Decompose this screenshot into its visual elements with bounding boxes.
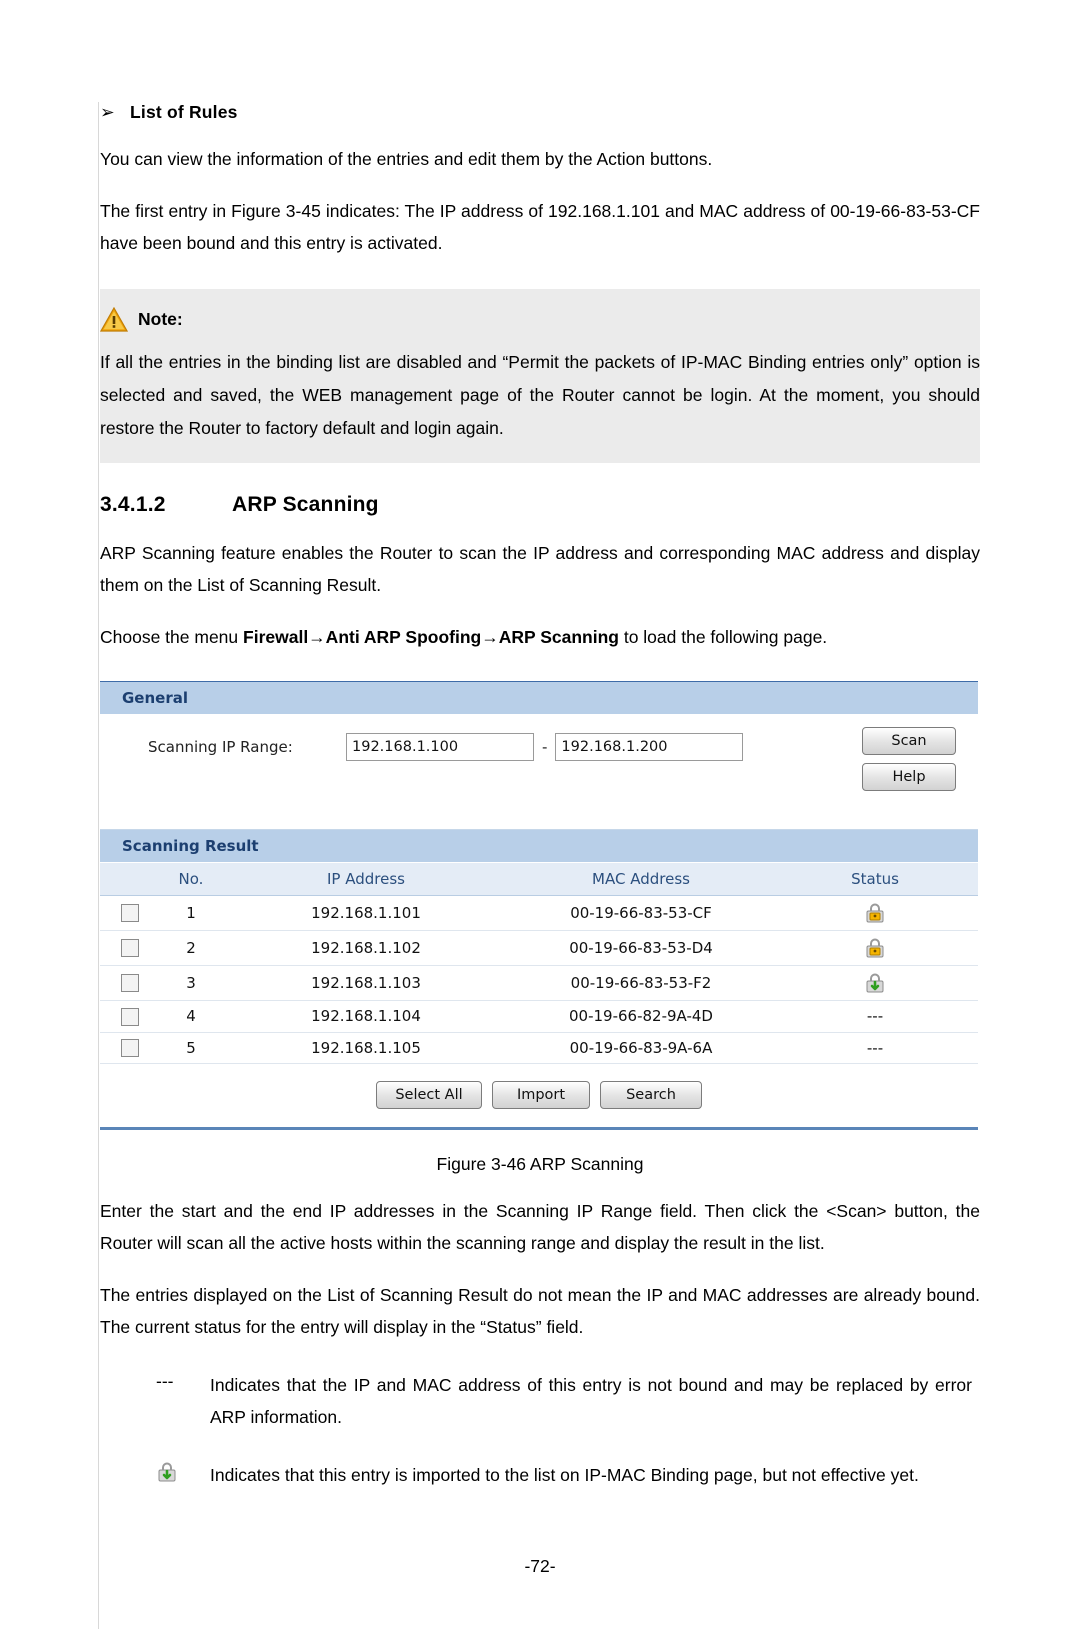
locked-yellow-icon <box>864 902 886 924</box>
row-no: 1 <box>160 895 222 931</box>
row-checkbox[interactable] <box>121 974 139 993</box>
panel-header-scanning-result: Scanning Result <box>100 830 978 863</box>
row-checkbox[interactable] <box>121 939 139 958</box>
warning-triangle-icon <box>99 306 129 332</box>
panel-header-general: General <box>100 682 978 715</box>
note-box: Note: If all the entries in the binding … <box>99 289 980 463</box>
column-header-no: No. <box>160 863 222 896</box>
paragraph-arp-scanning-intro: ARP Scanning feature enables the Router … <box>100 543 980 595</box>
row-ip-address: 192.168.1.101 <box>222 895 510 931</box>
row-ip-address: 192.168.1.104 <box>222 1000 510 1033</box>
row-checkbox[interactable] <box>121 1039 139 1057</box>
table-row[interactable]: 5 192.168.1.105 00-19-66-83-9A-6A --- <box>100 1032 978 1064</box>
general-button-column: Scan Help <box>862 727 956 791</box>
figure-caption: Figure 3-46 ARP Scanning <box>436 1154 644 1174</box>
document-page: ➢ List of Rules You can view the informat… <box>0 102 1080 1629</box>
paragraph-first-entry: The first entry in Figure 3-45 indicates… <box>100 201 980 253</box>
legend-text-dashes: Indicates that the IP and MAC address of… <box>210 1375 972 1427</box>
bullet-arrow-icon: ➢ <box>100 102 115 122</box>
section-heading: 3.4.1.2 ARP Scanning <box>100 493 980 517</box>
note-text: If all the entries in the binding list a… <box>100 352 980 438</box>
row-no: 4 <box>160 1000 222 1033</box>
row-mac-address: 00-19-66-83-53-D4 <box>510 930 772 966</box>
row-mac-address: 00-19-66-82-9A-4D <box>510 1000 772 1033</box>
page-number: -72- <box>524 1556 556 1576</box>
row-no: 3 <box>160 965 222 1001</box>
row-ip-address: 192.168.1.105 <box>222 1032 510 1064</box>
bullet-heading-list-of-rules: ➢ List of Rules <box>100 102 980 123</box>
menu-path-suffix: to load the following page. <box>618 627 828 647</box>
row-checkbox[interactable] <box>121 904 139 923</box>
column-header-status: Status <box>772 863 978 896</box>
section-heading-title: ARP Scanning <box>232 493 379 516</box>
scanning-ip-end-input[interactable] <box>555 733 744 761</box>
column-header-checkbox <box>100 863 160 896</box>
locked-yellow-icon <box>864 937 886 959</box>
import-button[interactable]: Import <box>492 1081 590 1109</box>
scanning-ip-start-input[interactable] <box>346 733 534 761</box>
bullet-heading-label: List of Rules <box>130 102 238 122</box>
note-title: Note: <box>138 309 183 329</box>
table-header-row: No. IP Address MAC Address Status <box>100 863 978 896</box>
import-green-icon <box>156 1461 178 1483</box>
import-green-icon <box>864 972 886 994</box>
paragraph-list-of-rules-intro: You can view the information of the entr… <box>100 149 713 169</box>
legend-mark-import-icon <box>100 1459 210 1491</box>
row-mac-address: 00-19-66-83-53-CF <box>510 895 772 931</box>
row-checkbox-cell[interactable] <box>100 1032 160 1064</box>
menu-path-prefix: Choose the menu <box>100 627 244 647</box>
select-all-button[interactable]: Select All <box>376 1081 482 1109</box>
row-status: --- <box>772 1032 978 1064</box>
table-row[interactable]: 2 192.168.1.102 00-19-66-83-53-D4 <box>100 930 978 966</box>
general-panel-body: Scanning IP Range: - Scan Help <box>100 715 978 830</box>
range-separator: - <box>542 738 548 756</box>
row-no: 2 <box>160 930 222 966</box>
note-header: Note: <box>99 303 980 342</box>
table-row[interactable]: 3 192.168.1.103 00-19-66-83-53-F2 <box>100 965 978 1001</box>
scanning-ip-range-label: Scanning IP Range: <box>148 738 293 756</box>
router-ui-screenshot: General Scanning IP Range: - Scan Help S… <box>100 681 978 1130</box>
row-checkbox-cell[interactable] <box>100 965 160 1001</box>
row-checkbox-cell[interactable] <box>100 1000 160 1033</box>
row-ip-address: 192.168.1.103 <box>222 965 510 1001</box>
paragraph-after-figure-2: The entries displayed on the List of Sca… <box>100 1285 980 1337</box>
paragraph-after-figure-1: Enter the start and the end IP addresses… <box>100 1201 980 1253</box>
row-mac-address: 00-19-66-83-9A-6A <box>510 1032 772 1064</box>
column-header-ip-address: IP Address <box>222 863 510 896</box>
row-checkbox[interactable] <box>121 1007 139 1026</box>
legend-mark-dashes: --- <box>156 1371 174 1391</box>
row-no: 5 <box>160 1032 222 1064</box>
table-action-buttons: Select All Import Search <box>100 1064 978 1130</box>
row-checkbox-cell[interactable] <box>100 895 160 931</box>
column-header-mac-address: MAC Address <box>510 863 772 896</box>
search-button[interactable]: Search <box>600 1081 702 1109</box>
row-mac-address: 00-19-66-83-53-F2 <box>510 965 772 1001</box>
row-status <box>772 895 978 931</box>
legend-row-dashes: --- Indicates that the IP and MAC addres… <box>100 1369 980 1433</box>
scanning-ip-range-row: Scanning IP Range: - <box>100 733 978 761</box>
row-status: --- <box>772 1000 978 1033</box>
scan-button[interactable]: Scan <box>862 727 956 755</box>
paragraph-menu-path: Choose the menu Firewall→Anti ARP Spoofi… <box>100 621 980 653</box>
menu-path: Firewall→Anti ARP Spoofing→ARP Scanning <box>243 627 619 647</box>
row-status <box>772 965 978 1001</box>
row-ip-address: 192.168.1.102 <box>222 930 510 966</box>
section-heading-number: 3.4.1.2 <box>100 493 166 516</box>
row-status <box>772 930 978 966</box>
help-button[interactable]: Help <box>862 763 956 791</box>
legend-row-import-icon: Indicates that this entry is imported to… <box>100 1459 980 1491</box>
legend-text-import-icon: Indicates that this entry is imported to… <box>210 1465 919 1485</box>
table-row[interactable]: 4 192.168.1.104 00-19-66-82-9A-4D --- <box>100 1000 978 1033</box>
row-checkbox-cell[interactable] <box>100 930 160 966</box>
scanning-result-table: No. IP Address MAC Address Status 1 192.… <box>100 863 978 1064</box>
page-left-margin-rule <box>98 102 99 1629</box>
table-row[interactable]: 1 192.168.1.101 00-19-66-83-53-CF <box>100 895 978 931</box>
